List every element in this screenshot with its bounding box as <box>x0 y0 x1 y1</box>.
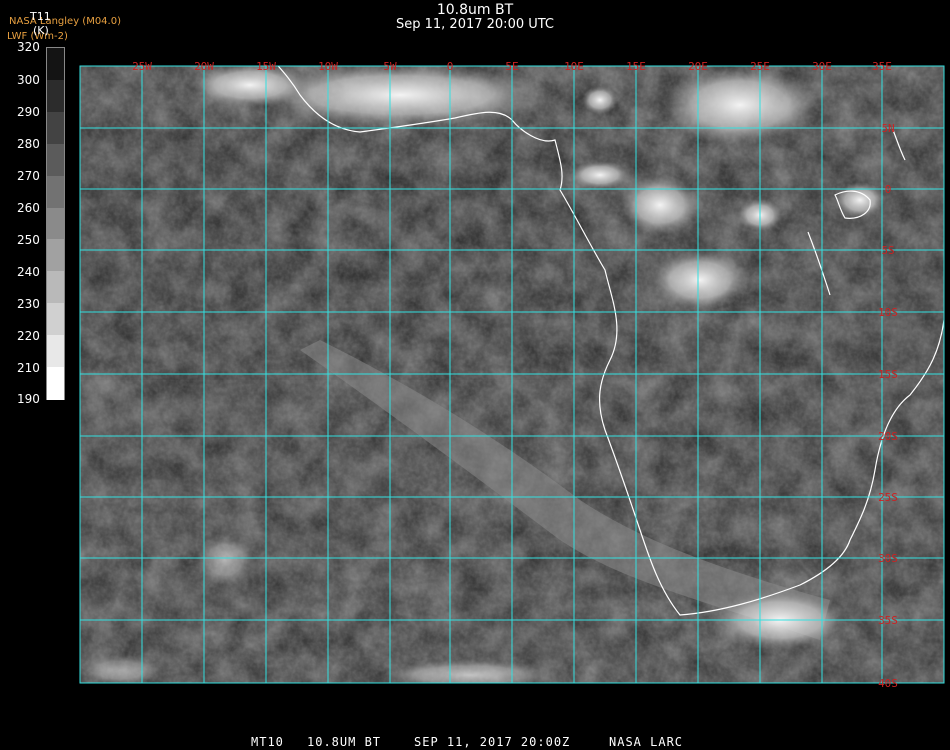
footer-date: SEP 11, 2017 20:00Z <box>414 735 571 749</box>
colorbar-step <box>47 79 64 113</box>
longitude-label: 20E <box>688 60 708 73</box>
colorbar-step <box>47 303 64 337</box>
chart-subtitle: Sep 11, 2017 20:00 UTC <box>395 17 555 32</box>
latitude-label: 15S <box>878 368 898 381</box>
chart-title: 10.8um BT <box>436 2 514 18</box>
colorbar-step <box>47 239 64 273</box>
footer-channel: 10.8UM BT <box>307 735 382 749</box>
longitude-label: 10E <box>564 60 584 73</box>
colorbar-step <box>47 207 64 241</box>
colorbar-step <box>47 335 64 369</box>
footer-satellite: MT10 <box>251 735 284 749</box>
longitude-label: 5E <box>505 60 518 73</box>
longitude-label: 15W <box>256 60 276 73</box>
colorbar <box>46 47 65 400</box>
source-label: NASA Langley (M04.0) <box>9 16 121 27</box>
colorbar-tick-label: 190 <box>17 392 40 406</box>
colorbar-tick-label: 300 <box>17 73 40 87</box>
colorbar-tick-label: 260 <box>17 201 40 215</box>
colorbar-tick-label: 250 <box>17 233 40 247</box>
latitude-label: 25S <box>878 491 898 504</box>
latitude-label: 30S <box>878 552 898 565</box>
colorbar-tick-label: 320 <box>17 40 40 54</box>
longitude-label: 5W <box>383 60 397 73</box>
satellite-map: 25W 20W 15W 10W 5W 0 5E 10E 15E 20E 25E 30E 35E 5N 0 5S… <box>79 60 945 690</box>
colorbar-step <box>47 143 64 177</box>
longitude-label: 10W <box>318 60 338 73</box>
colorbar-step <box>47 48 64 81</box>
longitude-label: 20W <box>194 60 214 73</box>
longitude-label: 25W <box>132 60 152 73</box>
footer-bar: MT10 10.8UM BT SEP 11, 2017 20:00Z NASA … <box>0 735 950 750</box>
latitude-label: 20S <box>878 430 898 443</box>
latitude-label: 40S <box>878 677 898 690</box>
longitude-label: 25E <box>750 60 770 73</box>
latitude-label: 10S <box>878 306 898 319</box>
latitude-label: 35S <box>878 614 898 627</box>
colorbar-title: T11 <box>30 10 51 23</box>
colorbar-tick-label: 290 <box>17 105 40 119</box>
colorbar-tick-label: 280 <box>17 137 40 151</box>
colorbar-step <box>47 367 64 400</box>
longitude-label: 30E <box>812 60 832 73</box>
longitude-label: 35E <box>872 60 892 73</box>
colorbar-tick-label: 210 <box>17 361 40 375</box>
colorbar-tick-label: 220 <box>17 329 40 343</box>
colorbar-step <box>47 111 64 145</box>
latitude-label: 5N <box>881 122 894 135</box>
longitude-label: 15E <box>626 60 646 73</box>
longitude-label: 0 <box>447 60 454 73</box>
latitude-label: 0 <box>885 183 892 196</box>
colorbar-step <box>47 271 64 305</box>
colorbar-tick-label: 230 <box>17 297 40 311</box>
footer-org: NASA LARC <box>609 735 684 749</box>
colorbar-tick-label: 270 <box>17 169 40 183</box>
latitude-label: 5S <box>881 244 894 257</box>
colorbar-step <box>47 175 64 209</box>
colorbar-tick-label: 240 <box>17 265 40 279</box>
colorbar-unit: (K) <box>33 24 49 37</box>
